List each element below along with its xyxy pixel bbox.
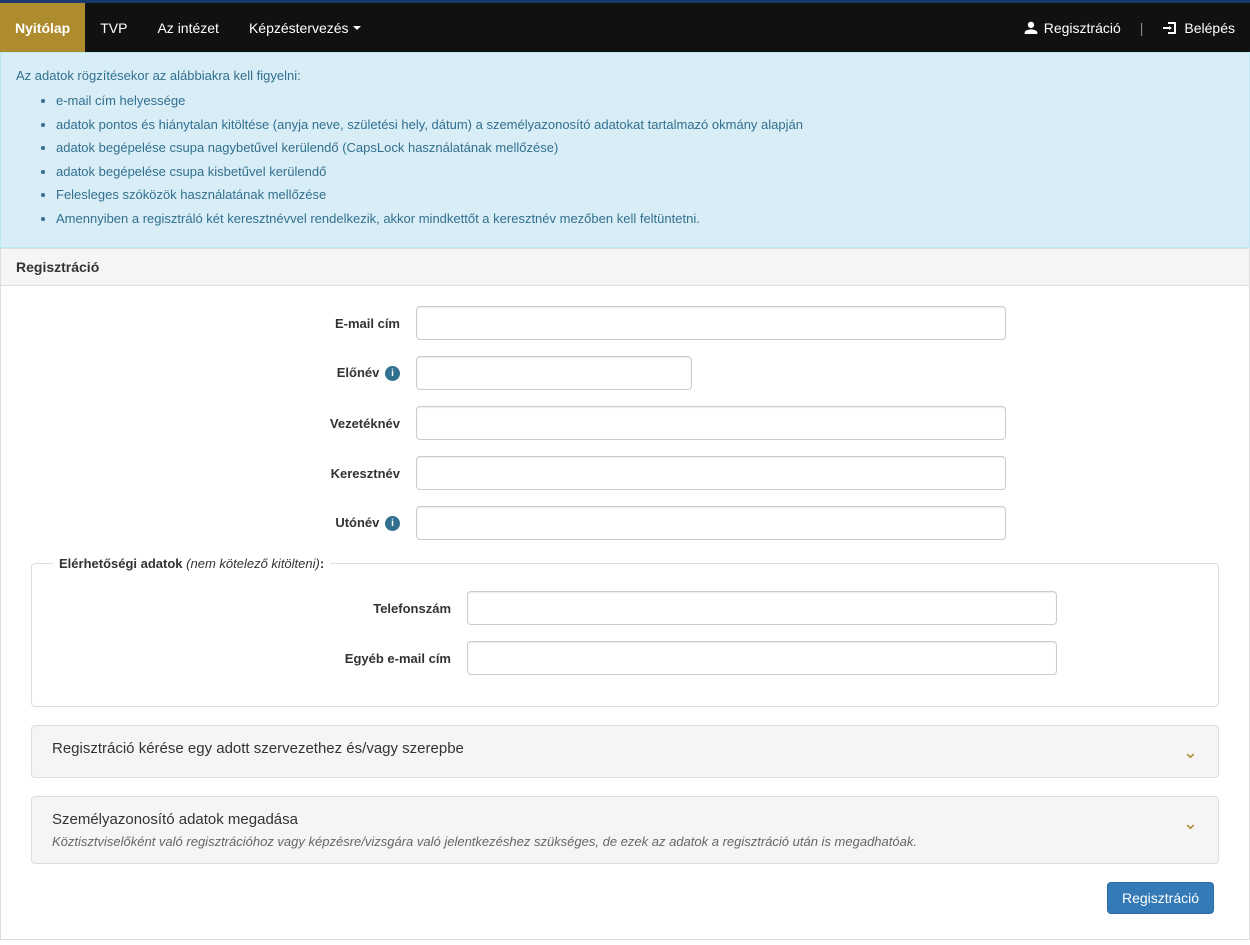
nav-institute[interactable]: Az intézet	[142, 3, 233, 52]
nav-login[interactable]: Belépés	[1147, 20, 1250, 36]
navbar-left: Nyitólap TVP Az intézet Képzéstervezés	[0, 3, 376, 52]
form-row-middlename: Utónév i	[16, 506, 1234, 540]
nav-tvp[interactable]: TVP	[85, 3, 142, 52]
lastname-field[interactable]	[416, 406, 1006, 440]
panel-title: Regisztráció	[1, 249, 1249, 286]
collapse-personal-id-title: Személyazonosító adatok megadása	[52, 811, 298, 828]
alert-item: adatok pontos és hiánytalan kitöltése (a…	[56, 115, 1234, 135]
lastname-label: Vezetéknév	[16, 416, 416, 431]
collapse-org-role-title: Regisztráció kérése egy adott szervezeth…	[52, 740, 464, 757]
form-row-firstname: Keresztnév	[16, 456, 1234, 490]
middlename-field[interactable]	[416, 506, 1006, 540]
email-field[interactable]	[416, 306, 1006, 340]
form-row-phone: Telefonszám	[47, 591, 1203, 625]
other-email-label: Egyéb e-mail cím	[47, 651, 467, 666]
nav-training-planning-label: Képzéstervezés	[249, 20, 349, 36]
info-alert: Az adatok rögzítésekor az alábbiakra kel…	[0, 52, 1250, 248]
collapse-personal-id[interactable]: Személyazonosító adatok megadása Köztisz…	[31, 796, 1219, 864]
nav-register-label: Regisztráció	[1044, 20, 1121, 36]
contact-fieldset: Elérhetőségi adatok (nem kötelező kitölt…	[31, 556, 1219, 707]
nav-training-planning[interactable]: Képzéstervezés	[234, 3, 376, 52]
register-button[interactable]: Regisztráció	[1107, 882, 1214, 914]
navbar-right: Regisztráció | Belépés	[1009, 3, 1250, 52]
contact-legend: Elérhetőségi adatok (nem kötelező kitölt…	[53, 556, 330, 571]
firstname-field[interactable]	[416, 456, 1006, 490]
login-icon	[1162, 20, 1178, 36]
alert-item: adatok begépelése csupa nagybetűvel kerü…	[56, 138, 1234, 158]
collapse-org-role[interactable]: Regisztráció kérése egy adott szervezeth…	[31, 725, 1219, 778]
alert-item: Felesleges szóközök használatának mellőz…	[56, 185, 1234, 205]
firstname-label: Keresztnév	[16, 466, 416, 481]
submit-row: Regisztráció	[16, 882, 1234, 924]
registration-panel: Regisztráció E-mail cím Előnév i Vezeték…	[0, 248, 1250, 940]
alert-item: e-mail cím helyessége	[56, 91, 1234, 111]
prefix-label: Előnév i	[16, 365, 416, 381]
nav-home[interactable]: Nyitólap	[0, 3, 85, 52]
nav-register[interactable]: Regisztráció	[1009, 20, 1136, 36]
phone-label: Telefonszám	[47, 601, 467, 616]
chevron-down-icon: ⌄	[1183, 742, 1198, 763]
navbar: Nyitólap TVP Az intézet Képzéstervezés R…	[0, 0, 1250, 52]
info-icon[interactable]: i	[385, 366, 400, 381]
nav-separator: |	[1136, 20, 1148, 36]
alert-list: e-mail cím helyessége adatok pontos és h…	[56, 91, 1234, 228]
panel-body: E-mail cím Előnév i Vezetéknév Keresztné…	[1, 286, 1249, 939]
prefix-field[interactable]	[416, 356, 692, 390]
alert-intro: Az adatok rögzítésekor az alábbiakra kel…	[16, 68, 301, 83]
form-row-email: E-mail cím	[16, 306, 1234, 340]
alert-item: Amennyiben a regisztráló két keresztnévv…	[56, 209, 1234, 229]
form-row-prefix: Előnév i	[16, 356, 1234, 390]
nav-login-label: Belépés	[1184, 20, 1235, 36]
alert-item: adatok begépelése csupa kisbetűvel kerül…	[56, 162, 1234, 182]
middlename-label: Utónév i	[16, 515, 416, 531]
other-email-field[interactable]	[467, 641, 1057, 675]
form-row-other-email: Egyéb e-mail cím	[47, 641, 1203, 675]
info-icon[interactable]: i	[385, 516, 400, 531]
email-label: E-mail cím	[16, 316, 416, 331]
collapse-personal-id-sub: Köztisztviselőként való regisztrációhoz …	[52, 834, 917, 849]
form-row-lastname: Vezetéknév	[16, 406, 1234, 440]
chevron-down-icon: ⌄	[1183, 813, 1198, 834]
caret-down-icon	[353, 26, 361, 30]
user-icon	[1024, 21, 1038, 35]
phone-field[interactable]	[467, 591, 1057, 625]
